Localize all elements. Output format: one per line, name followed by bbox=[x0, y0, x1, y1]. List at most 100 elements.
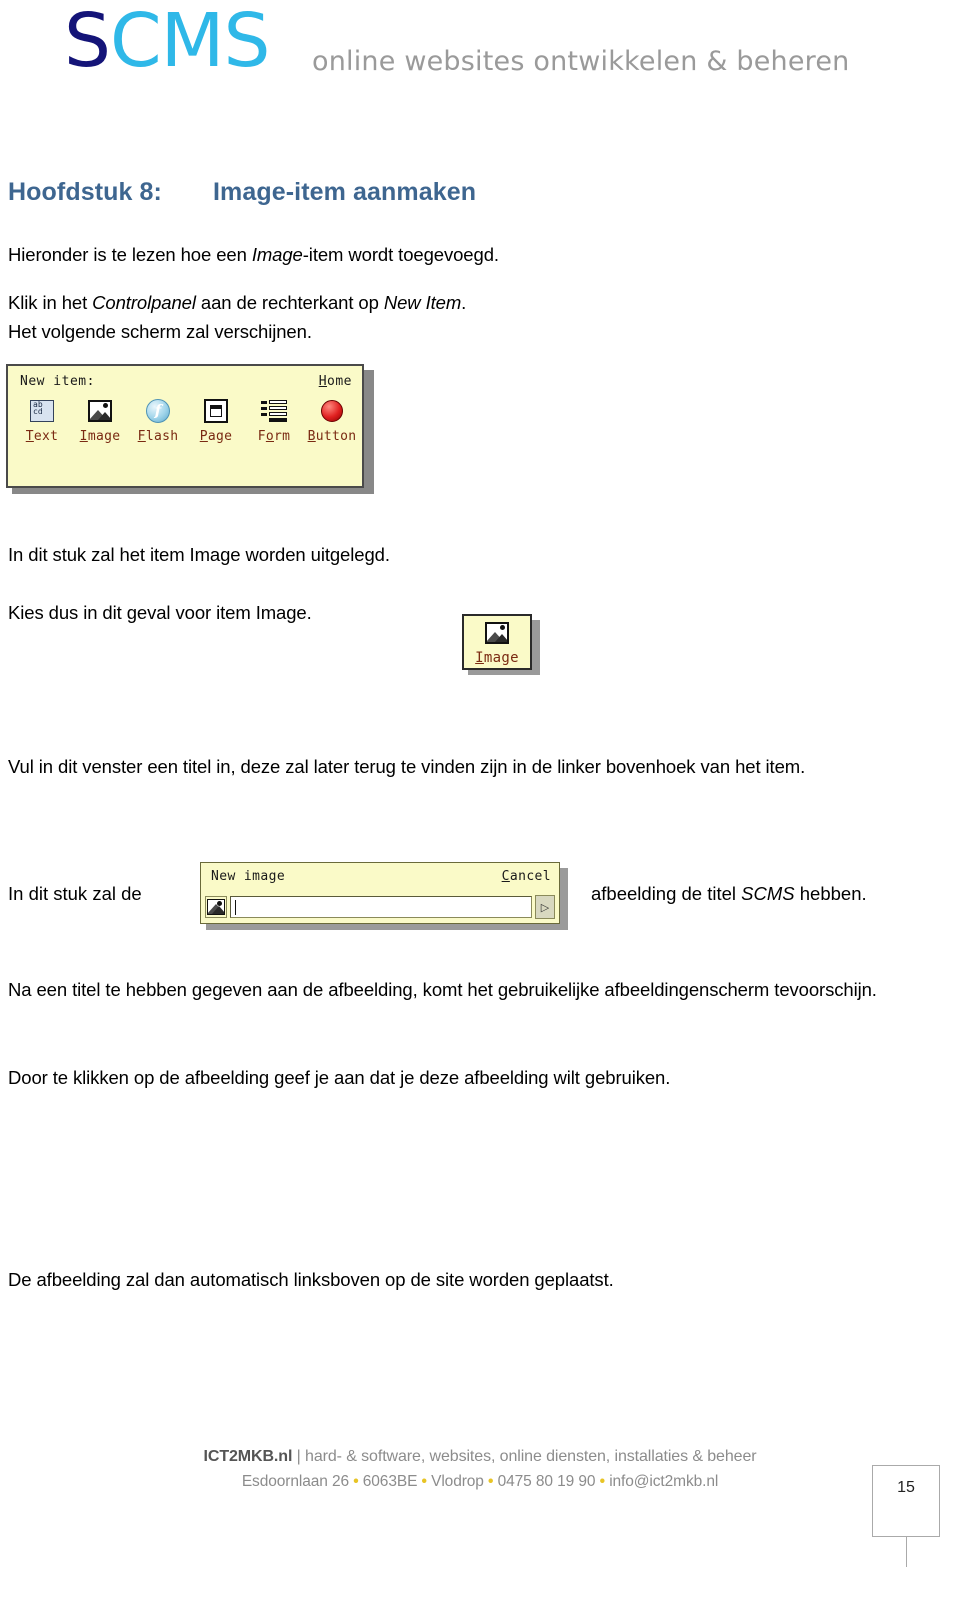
new-image-dialog-shadow-right bbox=[560, 868, 568, 930]
klik-emphasis-newitem: New Item bbox=[383, 292, 462, 313]
footer-street: Esdoornlaan 26 bbox=[241, 1473, 349, 1490]
form-post: rm bbox=[274, 429, 291, 444]
text-grid-icon bbox=[14, 396, 70, 426]
image-item-button-screenshot[interactable]: Image bbox=[462, 614, 532, 670]
chapter-title: Image-item aanmaken bbox=[213, 178, 477, 206]
toolbar-item-form[interactable]: Form bbox=[246, 396, 302, 444]
new-image-field-row: ▷ bbox=[205, 893, 555, 921]
image-button-label: Image bbox=[475, 650, 519, 666]
paragraph-na: Na een titel te hebben gegeven aan de af… bbox=[8, 979, 877, 1000]
inline-right-b: hebben. bbox=[794, 883, 867, 904]
toolbar-item-text[interactable]: Text bbox=[14, 396, 70, 444]
toolbar-shadow-right bbox=[364, 370, 374, 494]
image-button-rest: mage bbox=[483, 650, 519, 666]
new-image-dialog-screenshot: New image Cancel ▷ bbox=[200, 862, 560, 924]
toolbar-item-image[interactable]: Image bbox=[72, 396, 128, 444]
inline-right-a: afbeelding de titel bbox=[591, 883, 742, 904]
page-number-rule bbox=[906, 1537, 907, 1567]
toolbar-item-page-label: Page bbox=[188, 429, 244, 444]
new-item-label: New item: bbox=[20, 374, 95, 389]
new-item-toolbar-screenshot: New item: Home Text Image Flash Page bbox=[6, 364, 364, 488]
toolbar-item-button[interactable]: Button bbox=[304, 396, 360, 444]
logo-secondary-letters: CMS bbox=[109, 0, 270, 84]
page-rest: age bbox=[207, 429, 233, 444]
cancel-accel: C bbox=[501, 869, 510, 884]
paragraph-auto: De afbeelding zal dan automatisch linksb… bbox=[8, 1269, 614, 1290]
inline-text-right: afbeelding de titel SCMS hebben. bbox=[591, 883, 867, 905]
inline-right-emphasis: SCMS bbox=[741, 883, 795, 904]
scms-logo: SCMS bbox=[64, 4, 270, 78]
text-caret bbox=[235, 900, 236, 915]
klik-line-two: Het volgende scherm zal verschijnen. bbox=[8, 321, 312, 342]
page-header: SCMS online websites ontwikkelen & beher… bbox=[0, 0, 960, 118]
chapter-heading: Hoofdstuk 8: Image-item aanmaken bbox=[8, 178, 908, 207]
klik-text-b: aan de rechterkant op bbox=[195, 292, 384, 313]
paragraph-kies: Kies dus in dit geval voor item Image. bbox=[8, 602, 312, 623]
toolbar-item-form-label: Form bbox=[246, 429, 302, 444]
toolbar-shadow-bottom bbox=[12, 488, 374, 494]
footer-services: hard- & software, websites, online diens… bbox=[305, 1448, 757, 1465]
footer-phone: 0475 80 19 90 bbox=[497, 1473, 596, 1490]
toolbar-item-flash-label: Flash bbox=[130, 429, 186, 444]
klik-text-a: Klik in het bbox=[8, 292, 93, 313]
footer-address-line: Esdoornlaan 26 • 6063BE • Vlodrop • 0475… bbox=[0, 1473, 960, 1491]
red-button-icon bbox=[304, 396, 360, 426]
paragraph-door: Door te klikken op de afbeelding geef je… bbox=[8, 1067, 671, 1088]
new-image-title-input[interactable] bbox=[230, 896, 532, 918]
logo-primary-letter: S bbox=[64, 0, 111, 84]
submit-arrow-icon[interactable]: ▷ bbox=[535, 895, 555, 919]
picture-icon bbox=[72, 396, 128, 426]
home-rest: ome bbox=[327, 374, 352, 389]
flash-accel: F bbox=[137, 429, 146, 444]
image-rest: mage bbox=[87, 429, 121, 444]
toolbar-item-flash[interactable]: Flash bbox=[130, 396, 186, 444]
new-image-title: New image bbox=[211, 869, 286, 884]
home-link[interactable]: Home bbox=[319, 374, 352, 389]
klik-emphasis-controlpanel: Controlpanel bbox=[92, 292, 196, 313]
image-accel: I bbox=[79, 429, 88, 444]
toolbar-item-image-label: Image bbox=[72, 429, 128, 444]
button-rest: utton bbox=[315, 429, 357, 444]
chapter-number: Hoofdstuk 8: bbox=[8, 178, 162, 206]
form-accel: o bbox=[265, 429, 274, 444]
toolbar-item-text-label: Text bbox=[14, 429, 70, 444]
button-accel: B bbox=[307, 429, 316, 444]
klik-text-c: . bbox=[461, 292, 467, 313]
new-image-dialog-shadow-bottom bbox=[206, 924, 568, 930]
footer-services-line: ICT2MKB.nl | hard- & software, websites,… bbox=[0, 1448, 960, 1466]
intro-text-a: Hieronder is te lezen hoe een bbox=[8, 244, 252, 265]
footer-separator: | bbox=[292, 1448, 306, 1465]
image-button-shadow-bottom bbox=[468, 670, 540, 675]
paragraph-intro: Hieronder is te lezen hoe een Image-item… bbox=[8, 240, 908, 269]
paragraph-klik: Klik in het Controlpanel aan de rechterk… bbox=[8, 288, 908, 346]
text-rest: ext bbox=[33, 429, 59, 444]
flash-circle-icon bbox=[130, 396, 186, 426]
cancel-rest: ancel bbox=[509, 869, 551, 884]
cancel-link[interactable]: Cancel bbox=[502, 869, 551, 884]
page-footer: ICT2MKB.nl | hard- & software, websites,… bbox=[0, 1448, 960, 1491]
toolbar-item-page[interactable]: Page bbox=[188, 396, 244, 444]
footer-brand: ICT2MKB.nl bbox=[203, 1448, 293, 1465]
image-button-accel: I bbox=[475, 650, 484, 666]
image-button-shadow-right bbox=[532, 620, 540, 675]
intro-emphasis: Image bbox=[251, 244, 303, 265]
page-number-box: 15 bbox=[872, 1465, 940, 1537]
intro-text-b: -item wordt toegevoegd. bbox=[302, 244, 499, 265]
bullet-separator: • bbox=[353, 1473, 359, 1490]
toolbar-item-list: Text Image Flash Page bbox=[14, 396, 360, 444]
paragraph-uitleg: In dit stuk zal het item Image worden ui… bbox=[8, 544, 390, 565]
footer-email: info@ict2mkb.nl bbox=[609, 1473, 719, 1490]
flash-rest: lash bbox=[145, 429, 179, 444]
inline-text-left: In dit stuk zal de bbox=[8, 883, 142, 904]
page-number: 15 bbox=[897, 1479, 915, 1496]
page-frame-icon bbox=[188, 396, 244, 426]
new-image-title-bar: New image Cancel bbox=[201, 863, 559, 891]
footer-city: Vlodrop bbox=[431, 1473, 484, 1490]
bullet-separator: • bbox=[421, 1473, 427, 1490]
text-accel: T bbox=[25, 429, 34, 444]
home-accel: H bbox=[318, 374, 328, 389]
form-list-icon bbox=[246, 396, 302, 426]
picture-icon bbox=[485, 618, 509, 648]
header-tagline: online websites ontwikkelen & beheren bbox=[312, 46, 850, 77]
footer-zip: 6063BE bbox=[362, 1473, 418, 1490]
